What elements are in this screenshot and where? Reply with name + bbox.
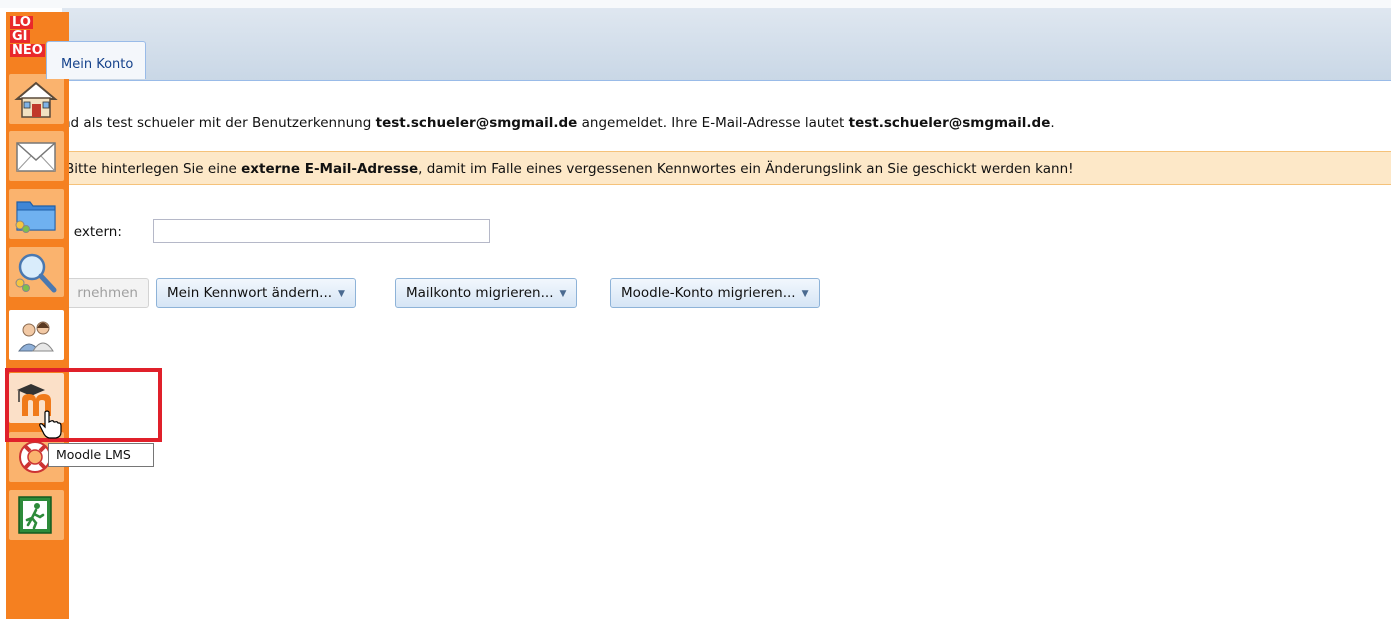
account-mid: angemeldet. Ihre E-Mail-Adresse lautet — [577, 115, 849, 131]
account-info-text: nd als test schueler mit der Benutzerken… — [62, 115, 1387, 131]
chevron-down-icon: ▼ — [338, 289, 345, 299]
sidebar-item-mail[interactable] — [9, 131, 64, 181]
chevron-down-icon: ▼ — [559, 289, 567, 299]
header-band — [62, 8, 1391, 81]
exit-icon — [18, 496, 52, 534]
apply-button-label: rnehmen — [77, 285, 138, 301]
sidebar-item-users[interactable] — [9, 310, 64, 360]
home-icon — [14, 81, 58, 118]
warning-text: Bitte hinterlegen Sie eine externe E-Mai… — [65, 161, 1074, 177]
change-password-label: Mein Kennwort ändern... — [167, 285, 333, 301]
warning-banner: Bitte hinterlegen Sie eine externe E-Mai… — [57, 151, 1391, 185]
hand-cursor-icon — [39, 410, 62, 439]
sidebar-tooltip: Moodle LMS — [48, 443, 154, 467]
account-email: test.schueler@smgmail.de — [848, 115, 1051, 131]
warning-prefix: Bitte hinterlegen Sie eine — [65, 161, 242, 177]
account-user-id: test.schueler@smgmail.de — [375, 115, 578, 131]
tab-mein-konto[interactable]: Mein Konto — [46, 41, 146, 79]
sidebar-item-files[interactable] — [9, 189, 64, 239]
account-end: . — [1050, 115, 1055, 131]
chevron-down-icon: ▼ — [801, 289, 809, 299]
window-top-strip — [0, 0, 1391, 8]
sidebar-item-search[interactable] — [9, 247, 64, 297]
migrate-moodle-label: Moodle-Konto migrieren... — [621, 285, 796, 301]
change-password-button[interactable]: Mein Kennwort ändern... ▼ — [156, 278, 356, 308]
migrate-moodle-button[interactable]: Moodle-Konto migrieren... ▼ — [610, 278, 820, 308]
sidebar-item-home[interactable] — [9, 74, 64, 124]
email-extern-input[interactable] — [153, 219, 490, 243]
migrate-mail-button[interactable]: Mailkonto migrieren... ▼ — [395, 278, 578, 308]
account-intro: nd als test schueler mit der Benutzerken… — [62, 115, 376, 131]
folder-icon — [15, 201, 56, 233]
logo-line-1: LO — [10, 15, 33, 30]
migrate-mail-label: Mailkonto migrieren... — [406, 285, 554, 301]
logo-line-3: NEO — [10, 43, 45, 58]
highlight-box — [5, 368, 162, 442]
logo-line-2: GI — [10, 29, 30, 44]
tab-label: Mein Konto — [61, 57, 134, 72]
users-icon — [18, 321, 54, 352]
warning-suffix: , damit im Falle eines vergessenen Kennw… — [418, 161, 1074, 177]
warning-emphasis: externe E-Mail-Adresse — [241, 161, 419, 177]
email-extern-label: il extern: — [62, 224, 122, 240]
sidebar-item-exit[interactable] — [9, 490, 64, 540]
mail-icon — [16, 142, 56, 172]
search-icon — [15, 253, 57, 293]
